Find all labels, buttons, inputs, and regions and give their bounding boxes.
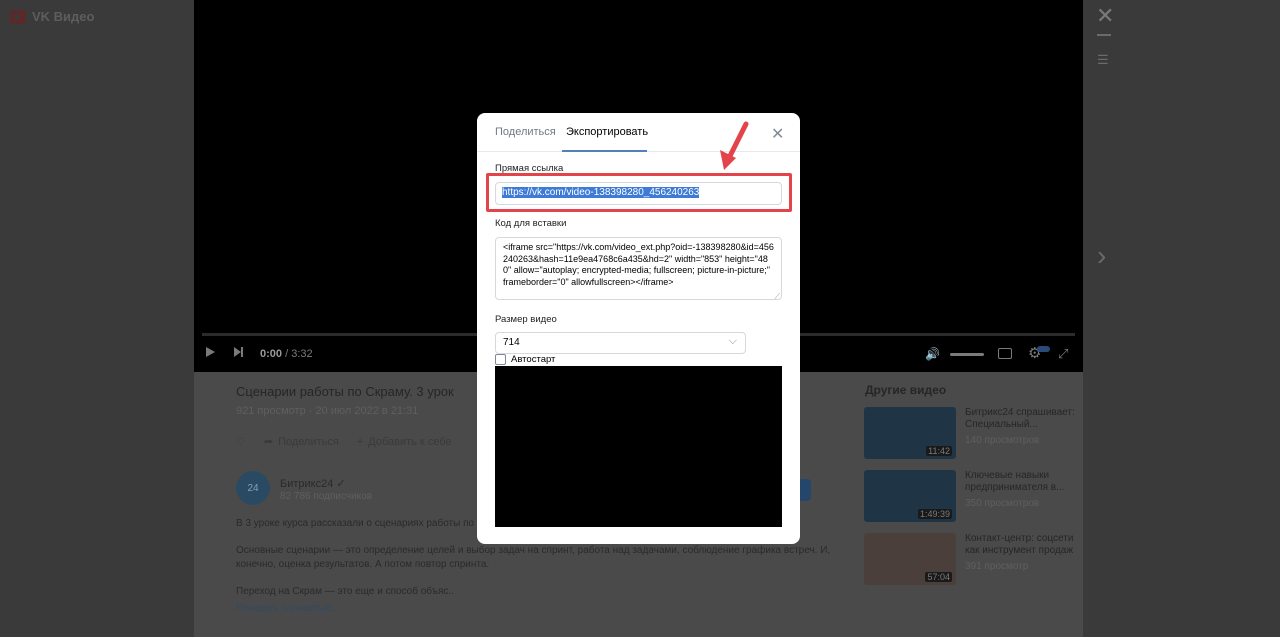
list-item[interactable]: 57:04 Контакт-центр: соцсети как инструм… [864, 533, 1079, 585]
video-views: 350 просмотров [965, 498, 1040, 509]
video-views: 391 просмотр [965, 561, 1029, 572]
video-size-select[interactable]: 714 ⌵ [495, 332, 746, 354]
subscribe-button[interactable] [799, 479, 811, 501]
like-button[interactable]: ♡ [236, 435, 246, 448]
volume-icon[interactable]: 🔊 [925, 347, 940, 361]
heart-icon: ♡ [236, 436, 246, 448]
video-thumbnail[interactable]: 1:49:39 [864, 470, 956, 522]
sidebar-title: Другие видео [865, 383, 947, 397]
video-title[interactable]: Ключевые навыки предпринимателя в... [965, 470, 1077, 494]
brand-logo[interactable]: VK Видео [10, 9, 94, 24]
description-line: Основные сценарии — это определение целе… [236, 545, 831, 556]
video-thumbnail[interactable]: 11:42 [864, 407, 956, 459]
show-more-link[interactable]: Показать полностью... [236, 603, 340, 614]
channel-name-text: Битрикс24 [280, 478, 334, 490]
video-views: 140 просмотров [965, 435, 1040, 446]
add-label: Добавить к себе [368, 435, 452, 448]
share-icon: ➦ [263, 436, 274, 448]
description-line: В 3 уроке курса рассказали о сценариях р… [236, 518, 495, 529]
video-size-value: 714 [503, 337, 520, 348]
other-videos: Другие видео 11:42 Битрикс24 спрашивает:… [854, 372, 1083, 637]
list-item[interactable]: 11:42 Битрикс24 спрашивает: Специальный.… [864, 407, 1079, 459]
video-title[interactable]: Битрикс24 спрашивает: Специальный... [965, 407, 1077, 431]
close-icon[interactable]: ✕ [771, 124, 784, 144]
autostart-checkbox[interactable] [495, 354, 506, 365]
active-tab-indicator [562, 150, 647, 152]
tab-export[interactable]: Экспортировать [566, 126, 648, 138]
time-current: 0:00 [260, 348, 283, 360]
hd-badge [1037, 346, 1050, 352]
embed-preview [495, 366, 782, 527]
add-to-me-button[interactable]: + Добавить к себе [357, 435, 452, 448]
subtitles-icon[interactable] [998, 348, 1012, 359]
video-meta: 921 просмотр · 20 июл 2022 в 21:31 [236, 405, 419, 417]
fullscreen-icon[interactable]: ⤢ [1058, 346, 1068, 362]
playlist-icon[interactable] [1097, 34, 1111, 40]
share-export-modal: Поделиться Экспортировать ✕ Прямая ссылк… [477, 113, 800, 544]
time-display: 0:00 / 3:32 [260, 348, 313, 360]
duration-badge: 1:49:39 [917, 509, 952, 519]
next-icon[interactable] [234, 347, 243, 357]
share-button[interactable]: ➦ Поделиться [263, 435, 339, 449]
duration-badge: 57:04 [925, 572, 952, 582]
red-arrow-annotation [720, 121, 749, 170]
time-total: 3:32 [291, 348, 313, 360]
channel-name[interactable]: Битрикс24 ✓ [280, 477, 346, 490]
video-size-label: Размер видео [495, 314, 557, 325]
share-label: Поделиться [278, 435, 339, 448]
highlight-box-annotation [486, 173, 792, 212]
description-line: Переход на Скрам — это еще и способ объя… [236, 586, 454, 597]
brand-name: VK Видео [32, 9, 95, 24]
duration-badge: 11:42 [926, 446, 952, 456]
list-item[interactable]: 1:49:39 Ключевые навыки предпринимателя … [864, 470, 1079, 522]
embed-code-textarea[interactable]: <iframe src="https://vk.com/video_ext.ph… [495, 237, 782, 302]
chevron-down-icon: ⌵ [728, 335, 737, 347]
verified-icon: ✓ [336, 478, 346, 490]
tab-share[interactable]: Поделиться [495, 126, 556, 138]
video-actions: ♡ ➦ Поделиться + Добавить к себе [236, 435, 452, 449]
description-line: конечно, оценка результатов. А потом пов… [236, 559, 490, 570]
channel-subscribers: 82 786 подписчиков [280, 491, 373, 502]
play-icon[interactable] [206, 347, 215, 357]
chevron-right-icon[interactable]: › [1097, 240, 1106, 272]
video-title[interactable]: Контакт-центр: соцсети как инструмент пр… [965, 533, 1077, 557]
list-icon[interactable]: ☰ [1097, 52, 1109, 68]
embed-code-label: Код для вставки [495, 218, 567, 229]
autostart-label[interactable]: Автостарт [511, 354, 555, 365]
plus-icon: + [356, 435, 364, 448]
volume-slider[interactable] [950, 353, 984, 356]
video-title: Сценарии работы по Скраму. 3 урок [236, 384, 454, 399]
video-thumbnail[interactable]: 57:04 [864, 533, 956, 585]
close-icon[interactable]: ✕ [1096, 3, 1114, 29]
avatar[interactable]: 24 [236, 471, 270, 505]
vk-video-logo-icon [10, 9, 26, 24]
